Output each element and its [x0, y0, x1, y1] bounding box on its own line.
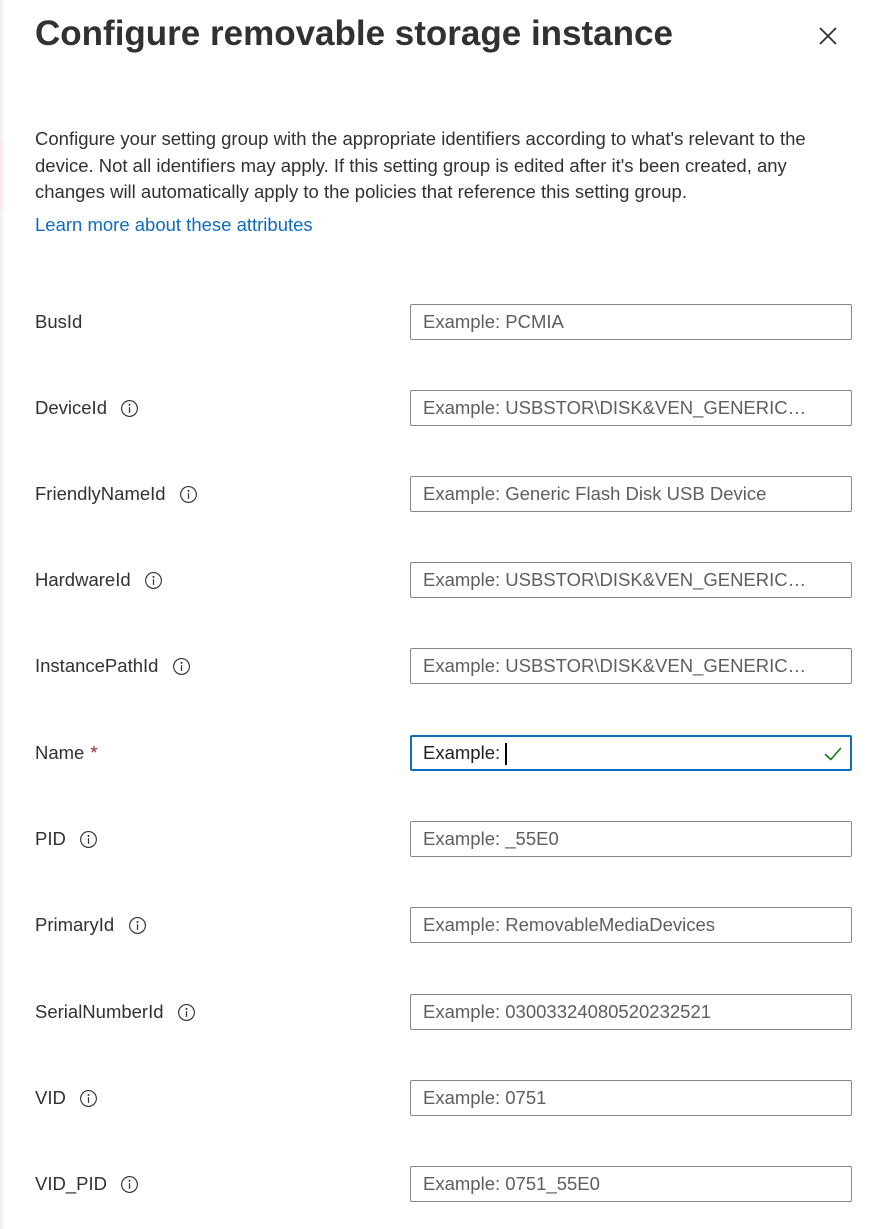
dialog-description: Configure your setting group with the ap… [35, 128, 806, 202]
name-label-text: Name [35, 742, 85, 763]
serialnumberid-label-text: SerialNumberId [35, 1001, 164, 1022]
info-icon[interactable] [144, 570, 164, 590]
hardwareid-label-text: HardwareId [35, 569, 131, 590]
deviceid-label: DeviceId [35, 390, 140, 426]
hardwareid-field-box [410, 562, 852, 598]
instancepathid-label-text: InstancePathId [35, 655, 159, 676]
vid-field-box [410, 1080, 852, 1116]
form-row-serialnumberid: SerialNumberId [0, 994, 881, 1030]
info-icon[interactable] [79, 1088, 99, 1108]
pid-label-text: PID [35, 828, 66, 849]
form-row-vid-pid: VID_PID [0, 1166, 881, 1202]
friendlynameid-input[interactable] [411, 477, 851, 511]
form-row-primaryid: PrimaryId [0, 907, 881, 943]
serialnumberid-input[interactable] [411, 995, 851, 1029]
primaryid-label: PrimaryId [35, 907, 147, 943]
friendlynameid-label: FriendlyNameId [35, 476, 199, 512]
primaryid-field-box [410, 907, 852, 943]
pid-label: PID [35, 821, 99, 857]
vid-label-text: VID [35, 1087, 66, 1108]
form-row-hardwareid: HardwareId [0, 562, 881, 598]
info-icon[interactable] [79, 829, 99, 849]
hardwareid-input[interactable] [411, 563, 851, 597]
form-row-vid: VID [0, 1080, 881, 1116]
primaryid-input[interactable] [411, 908, 851, 942]
form-row-friendlynameid: FriendlyNameId [0, 476, 881, 512]
learn-more-link[interactable]: Learn more about these attributes [35, 211, 313, 239]
info-icon[interactable] [120, 1174, 140, 1194]
info-icon[interactable] [179, 484, 199, 504]
busid-field-box [410, 304, 852, 340]
form-row-busid: BusId [0, 304, 881, 340]
required-marker: * [90, 742, 98, 763]
serialnumberid-field-box [410, 994, 852, 1030]
form-row-name: Name * [0, 735, 881, 771]
close-icon [819, 27, 837, 45]
primaryid-label-text: PrimaryId [35, 914, 115, 935]
vid-pid-input[interactable] [411, 1167, 851, 1201]
info-icon[interactable] [127, 915, 147, 935]
form-row-instancepathid: InstancePathId [0, 648, 881, 684]
text-caret [505, 743, 507, 765]
close-button[interactable] [808, 16, 848, 56]
checkmark-icon [824, 747, 842, 761]
pid-field-box [410, 821, 852, 857]
vid-label: VID [35, 1080, 99, 1116]
hardwareid-label: HardwareId [35, 562, 164, 598]
pid-input[interactable] [411, 822, 851, 856]
form-row-deviceid: DeviceId [0, 390, 881, 426]
info-icon[interactable] [177, 1002, 197, 1022]
panel-edge-accent [0, 140, 3, 210]
instancepathid-field-box [410, 648, 852, 684]
vid-pid-label-text: VID_PID [35, 1173, 107, 1194]
name-field-box [410, 735, 852, 771]
name-label: Name * [35, 735, 98, 771]
deviceid-field-box [410, 390, 852, 426]
friendlynameid-label-text: FriendlyNameId [35, 483, 166, 504]
dialog-title: Configure removable storage instance [35, 14, 673, 53]
serialnumberid-label: SerialNumberId [35, 994, 197, 1030]
deviceid-label-text: DeviceId [35, 397, 107, 418]
deviceid-input[interactable] [411, 391, 851, 425]
busid-label: BusId [35, 304, 82, 340]
vid-pid-label: VID_PID [35, 1166, 140, 1202]
busid-label-text: BusId [35, 311, 83, 332]
busid-input[interactable] [411, 305, 851, 339]
info-icon[interactable] [171, 656, 191, 676]
form-row-pid: PID [0, 821, 881, 857]
friendlynameid-field-box [410, 476, 852, 512]
instancepathid-input[interactable] [411, 649, 851, 683]
name-input[interactable] [412, 737, 850, 769]
info-icon[interactable] [120, 398, 140, 418]
vid-pid-field-box [410, 1166, 852, 1202]
vid-input[interactable] [411, 1081, 851, 1115]
instancepathid-label: InstancePathId [35, 648, 191, 684]
